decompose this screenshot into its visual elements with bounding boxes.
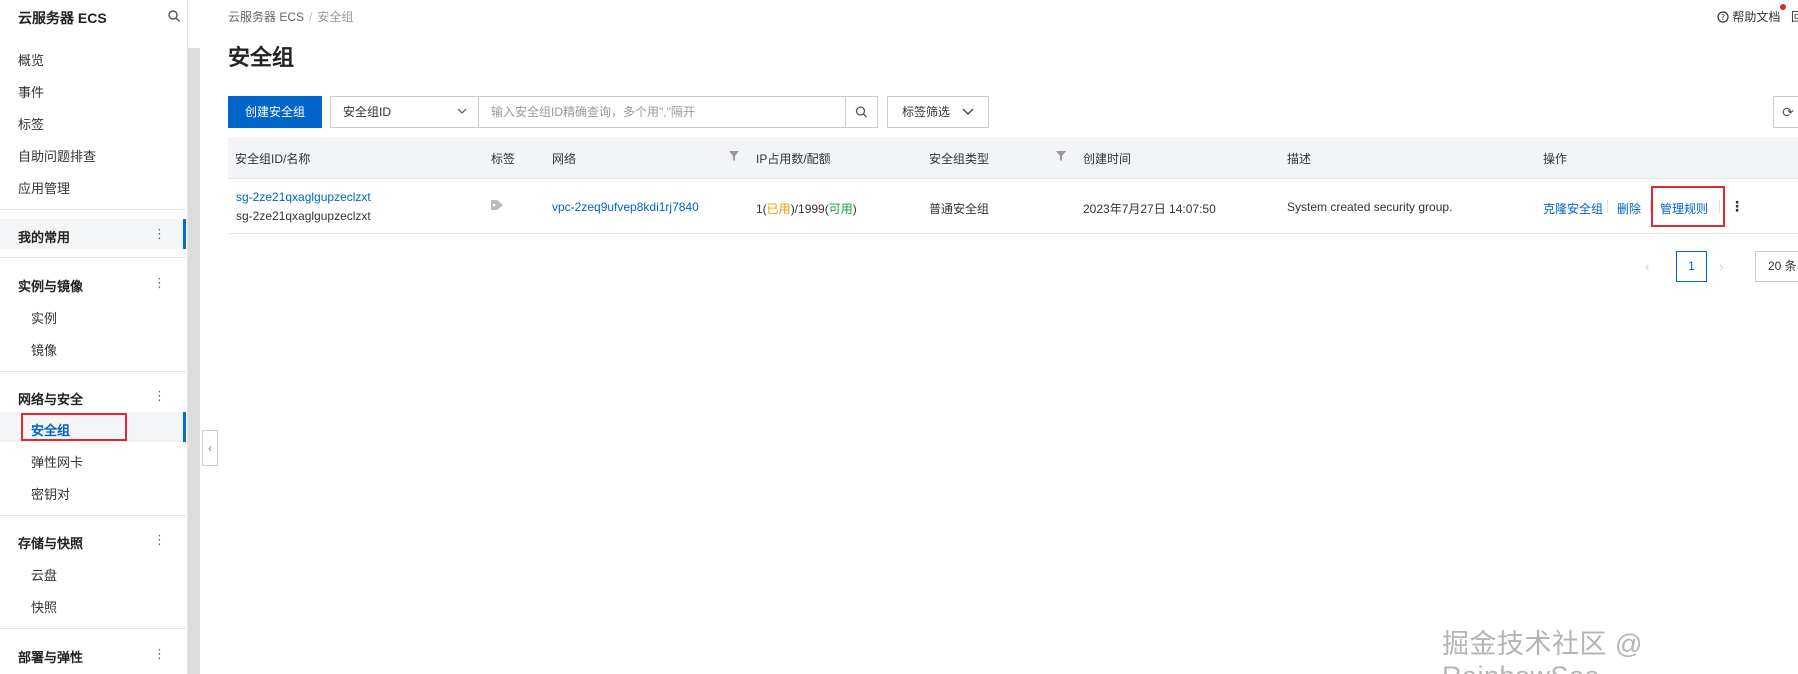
highlight-box xyxy=(21,413,127,441)
more-icon[interactable]: ⋮ xyxy=(153,389,166,402)
security-group-name: sg-2ze21qxaglgupzeclzxt xyxy=(236,209,371,223)
sidebar-active-bar xyxy=(183,412,186,442)
security-group-type: 普通安全组 xyxy=(929,202,990,216)
create-security-group-button[interactable]: 创建安全组 xyxy=(228,96,322,128)
column-header-actions: 操作 xyxy=(1543,152,1568,166)
breadcrumb: 云服务器 ECS / 安全组 xyxy=(228,8,353,25)
sidebar-item-snapshots[interactable]: 快照 xyxy=(31,597,57,616)
chevron-down-icon xyxy=(962,108,974,115)
action-separator xyxy=(1607,200,1608,213)
ip-quota-suffix: ) xyxy=(852,202,857,216)
sidebar-group-storage-snapshots[interactable]: 存储与快照 xyxy=(18,533,83,552)
sidebar-divider xyxy=(0,628,186,629)
more-icon[interactable]: ⋮ xyxy=(153,276,166,289)
sidebar-item-eni[interactable]: 弹性网卡 xyxy=(31,452,83,471)
table-row-divider xyxy=(228,233,1798,234)
pagination-page-1[interactable]: 1 xyxy=(1676,251,1707,282)
sidebar-item-instances[interactable]: 实例 xyxy=(31,308,57,327)
sidebar-item-disks[interactable]: 云盘 xyxy=(31,565,57,584)
help-docs-link[interactable]: ? 帮助文档 xyxy=(1717,8,1780,25)
search-icon[interactable] xyxy=(167,9,181,23)
help-docs-label: 帮助文档 xyxy=(1732,10,1781,24)
column-header-ip-quota: IP占用数/配额 xyxy=(756,152,831,166)
chevron-down-icon xyxy=(457,108,467,114)
more-icon[interactable]: ⋮ xyxy=(153,647,166,660)
more-icon[interactable]: ⋮ xyxy=(153,227,166,240)
sidebar-item-troubleshoot[interactable]: 自助问题排查 xyxy=(18,146,96,165)
sidebar-divider xyxy=(0,371,186,372)
sidebar-title: 云服务器 ECS xyxy=(18,10,107,26)
sidebar-group-favorites[interactable]: 我的常用 xyxy=(18,227,70,246)
search-input[interactable]: 输入安全组ID精确查询，多个用","隔开 xyxy=(478,96,846,128)
ip-quota-mid: )/1999( xyxy=(790,202,829,216)
breadcrumb-current: 安全组 xyxy=(317,10,354,24)
column-header-created: 创建时间 xyxy=(1083,152,1132,166)
sidebar-item-images[interactable]: 镜像 xyxy=(31,340,57,359)
sidebar-active-bar xyxy=(183,219,186,249)
sidebar-item-events[interactable]: 事件 xyxy=(18,82,44,101)
sidebar-divider xyxy=(0,209,186,210)
column-header-description: 描述 xyxy=(1287,152,1312,166)
column-header-type: 安全组类型 xyxy=(929,152,990,166)
more-actions-icon[interactable]: ⋮ xyxy=(1730,198,1744,215)
filter-icon[interactable] xyxy=(729,151,739,161)
pagination-prev-button[interactable]: ‹ xyxy=(1645,259,1649,274)
notification-dot xyxy=(1780,4,1786,10)
column-header-network: 网络 xyxy=(552,152,577,166)
sidebar-divider xyxy=(0,257,186,258)
ip-available-label: 可用 xyxy=(828,202,853,216)
ip-quota: 1(已用)/1999(可用) xyxy=(756,200,857,217)
sidebar: 云服务器 ECS 概览 事件 标签 自助问题排查 应用管理 我的常用 ⋮ 实例与… xyxy=(0,0,188,674)
sidebar-scrollbar[interactable] xyxy=(188,48,200,674)
filter-field-select[interactable]: 安全组ID xyxy=(330,96,479,128)
delete-link[interactable]: 删除 xyxy=(1617,200,1641,217)
security-group-id-link[interactable]: sg-2ze21qxaglgupzeclzxt xyxy=(236,190,371,204)
sidebar-item-keypairs[interactable]: 密钥对 xyxy=(31,484,70,503)
breadcrumb-separator: / xyxy=(309,10,313,24)
collapse-sidebar-button[interactable]: ‹ xyxy=(202,430,218,466)
description: System created security group. xyxy=(1287,200,1453,214)
tag-filter-label: 标签筛选 xyxy=(902,105,951,119)
refresh-button[interactable]: ⟳ xyxy=(1773,96,1798,128)
header-overflow-text[interactable]: 回 xyxy=(1791,8,1798,25)
watermark: 掘金技术社区 @ RainbowSea xyxy=(1442,629,1643,674)
column-header-tags: 标签 xyxy=(491,152,516,166)
sidebar-item-overview[interactable]: 概览 xyxy=(18,50,44,69)
filter-icon[interactable] xyxy=(1056,151,1066,161)
tag-filter-dropdown[interactable]: 标签筛选 xyxy=(887,96,989,128)
more-icon[interactable]: ⋮ xyxy=(153,533,166,546)
clone-security-group-link[interactable]: 克隆安全组 xyxy=(1543,200,1603,217)
ip-used-label: 已用 xyxy=(766,202,791,216)
sidebar-group-deployment-elasticity[interactable]: 部署与弹性 xyxy=(18,647,83,666)
column-header-id-name: 安全组ID/名称 xyxy=(235,152,311,166)
ip-used-prefix: 1( xyxy=(756,202,767,216)
pagination-next-button[interactable]: › xyxy=(1719,259,1723,274)
help-icon: ? xyxy=(1717,11,1729,23)
sidebar-item-tags[interactable]: 标签 xyxy=(18,114,44,133)
svg-text:?: ? xyxy=(1721,13,1725,22)
page-size-select[interactable]: 20 条 xyxy=(1755,251,1798,282)
sidebar-group-instances-images[interactable]: 实例与镜像 xyxy=(18,276,83,295)
page-title: 安全组 xyxy=(228,45,295,70)
sidebar-item-app-management[interactable]: 应用管理 xyxy=(18,178,70,197)
created-time: 2023年7月27日 14:07:50 xyxy=(1083,202,1216,216)
sidebar-group-network-security[interactable]: 网络与安全 xyxy=(18,389,83,408)
sidebar-divider xyxy=(0,515,186,516)
action-separator xyxy=(1719,200,1720,213)
highlight-box xyxy=(1651,186,1725,227)
search-button[interactable] xyxy=(845,96,878,128)
filter-field-value: 安全组ID xyxy=(343,105,392,119)
search-icon xyxy=(855,106,867,118)
breadcrumb-root[interactable]: 云服务器 ECS xyxy=(228,10,304,24)
vpc-link[interactable]: vpc-2zeq9ufvep8kdi1rj7840 xyxy=(552,200,699,214)
tag-icon[interactable] xyxy=(490,199,504,211)
